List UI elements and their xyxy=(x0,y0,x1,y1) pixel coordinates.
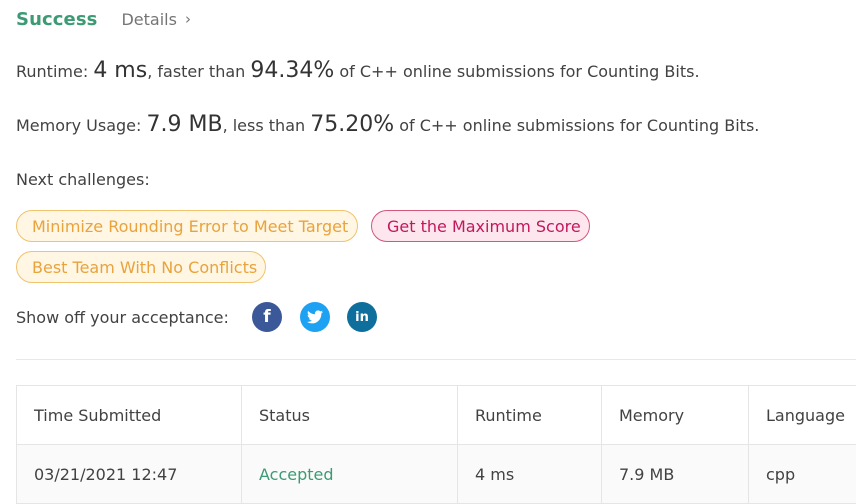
cell-memory: 7.9 MB xyxy=(602,445,749,504)
table-header-row: Time Submitted Status Runtime Memory Lan… xyxy=(17,386,856,445)
memory-suffix: of C++ online submissions for Counting B… xyxy=(399,116,759,135)
table-row: 03/21/2021 12:47 Accepted 4 ms 7.9 MB cp… xyxy=(17,445,856,504)
cell-runtime: 4 ms xyxy=(458,445,602,504)
details-label: Details xyxy=(121,10,176,29)
result-status: Success xyxy=(16,9,97,30)
column-header-language: Language xyxy=(749,386,856,445)
linkedin-icon[interactable]: in xyxy=(347,302,377,332)
runtime-stat: Runtime: 4 ms, faster than 94.34% of C++… xyxy=(16,58,700,83)
cell-status-accepted[interactable]: Accepted xyxy=(242,445,458,504)
share-row: Show off your acceptance: f in xyxy=(16,302,229,332)
facebook-icon[interactable]: f xyxy=(252,302,282,332)
challenge-chip-get-maximum-score[interactable]: Get the Maximum Score xyxy=(371,210,590,242)
memory-stat: Memory Usage: 7.9 MB, less than 75.20% o… xyxy=(16,112,759,137)
memory-percent: 75.20% xyxy=(310,112,394,137)
twitter-icon[interactable] xyxy=(300,302,330,332)
result-header: Success Details › xyxy=(16,8,191,30)
column-header-status: Status xyxy=(242,386,458,445)
runtime-label: Runtime: xyxy=(16,62,88,81)
cell-time-submitted: 03/21/2021 12:47 xyxy=(17,445,242,504)
runtime-value: 4 ms xyxy=(93,58,147,83)
runtime-percent: 94.34% xyxy=(250,58,334,83)
column-header-memory: Memory xyxy=(602,386,749,445)
cell-language: cpp xyxy=(749,445,856,504)
runtime-comparison: , faster than xyxy=(147,62,245,81)
section-divider xyxy=(16,359,856,360)
twitter-bird-glyph xyxy=(307,310,323,324)
submissions-table: Time Submitted Status Runtime Memory Lan… xyxy=(16,385,856,504)
share-label: Show off your acceptance: xyxy=(16,308,229,327)
runtime-suffix: of C++ online submissions for Counting B… xyxy=(339,62,699,81)
memory-value: 7.9 MB xyxy=(147,112,223,137)
challenge-chip-best-team-no-conflicts[interactable]: Best Team With No Conflicts xyxy=(16,251,266,283)
challenge-chip-minimize-rounding-error[interactable]: Minimize Rounding Error to Meet Target xyxy=(16,210,358,242)
memory-comparison: , less than xyxy=(223,116,306,135)
chevron-right-icon: › xyxy=(185,10,191,28)
details-link[interactable]: Details › xyxy=(121,10,190,29)
next-challenges-label: Next challenges: xyxy=(16,170,150,189)
memory-label: Memory Usage: xyxy=(16,116,141,135)
column-header-runtime: Runtime xyxy=(458,386,602,445)
column-header-time-submitted: Time Submitted xyxy=(17,386,242,445)
